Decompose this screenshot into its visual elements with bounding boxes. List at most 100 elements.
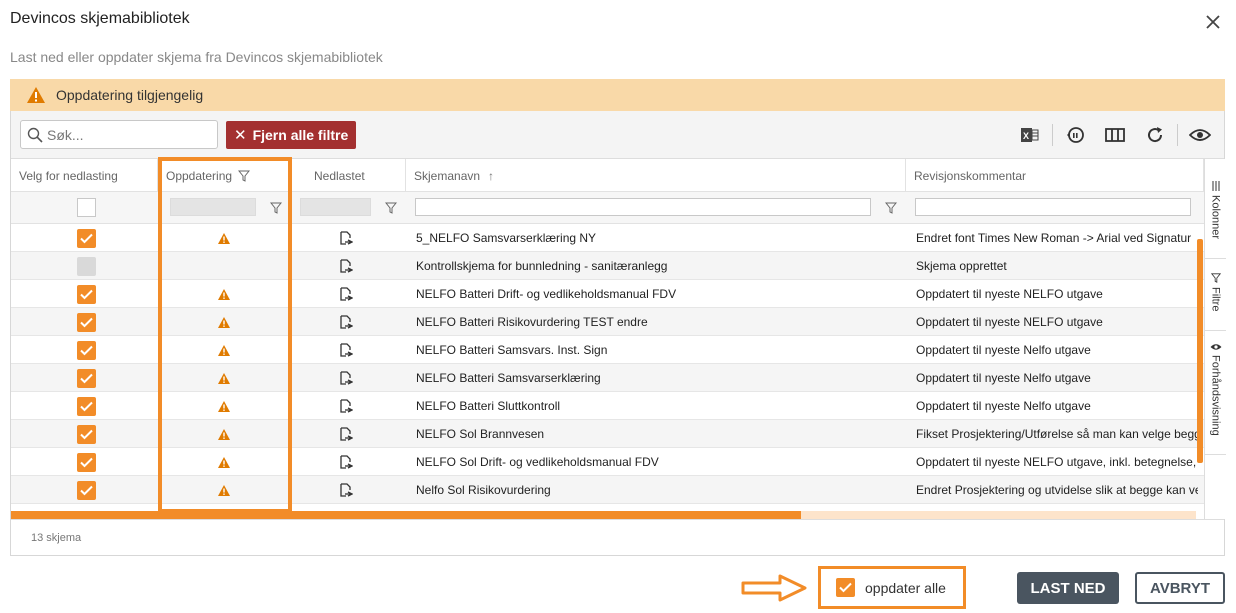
tab-columns[interactable]: Kolonner bbox=[1205, 181, 1226, 259]
scrollbar-thumb[interactable] bbox=[11, 511, 801, 519]
revision-comment: Oppdatert til nyeste Nelfo utgave bbox=[916, 371, 1091, 385]
dialog-subtitle: Last ned eller oppdater skjema fra Devin… bbox=[10, 49, 383, 65]
side-tab-label: Forhåndsvisning bbox=[1209, 355, 1222, 436]
revision-comment: Skjema opprettet bbox=[916, 259, 1007, 273]
tab-preview[interactable]: Forhåndsvisning bbox=[1205, 331, 1226, 455]
form-name: Kontrollskjema for bunnledning - sanitær… bbox=[416, 259, 668, 273]
update-all-label: oppdater alle bbox=[865, 579, 946, 596]
revision-comment: Fikset Prosjektering/Utførelse så man ka… bbox=[916, 427, 1198, 441]
revision-comment: Endret font Times New Roman -> Arial ved… bbox=[916, 231, 1192, 245]
download-document-icon[interactable] bbox=[339, 259, 353, 273]
row-select-checkbox[interactable] bbox=[77, 312, 96, 332]
select-all-checkbox[interactable] bbox=[77, 198, 96, 217]
dialog-title: Devincos skjemabibliotek bbox=[10, 10, 190, 27]
checkmark-icon bbox=[80, 485, 93, 495]
download-document-icon[interactable] bbox=[339, 371, 353, 385]
row-select-checkbox[interactable] bbox=[77, 284, 96, 304]
update-column-highlight bbox=[158, 157, 292, 513]
row-select-checkbox[interactable] bbox=[77, 452, 96, 472]
close-icon[interactable] bbox=[1203, 12, 1223, 32]
revision-comment: Oppdatert til nyeste Nelfo utgave bbox=[916, 399, 1091, 413]
form-name: Nelfo Sol Risikovurdering bbox=[416, 483, 551, 497]
column-header-label: Nedlastet bbox=[314, 168, 365, 183]
remove-filters-label: Fjern alle filtre bbox=[252, 127, 349, 143]
checkmark-icon bbox=[80, 289, 93, 299]
column-header-name[interactable]: Skjemanavn ↑ bbox=[406, 159, 906, 192]
form-count: 13 skjema bbox=[31, 531, 82, 544]
form-name: 5_NELFO Samsvarserklæring NY bbox=[416, 231, 597, 245]
column-header-select[interactable]: Velg for nedlasting bbox=[11, 159, 158, 192]
eye-icon[interactable] bbox=[1180, 121, 1220, 149]
download-document-icon[interactable] bbox=[339, 483, 353, 497]
column-header-comment[interactable]: Revisjonskommentar bbox=[906, 159, 1204, 192]
columns-icon[interactable] bbox=[1095, 121, 1135, 149]
scrollbar-thumb[interactable] bbox=[1197, 239, 1203, 463]
tab-filters[interactable]: Filtre bbox=[1205, 259, 1226, 331]
filter-icon[interactable] bbox=[885, 202, 897, 214]
history-icon[interactable] bbox=[1055, 121, 1095, 149]
form-name: NELFO Batteri Samsvars. Inst. Sign bbox=[416, 343, 608, 357]
checkmark-icon bbox=[80, 457, 93, 467]
search-icon bbox=[27, 127, 43, 143]
eye-icon bbox=[1210, 344, 1221, 350]
banner-text: Oppdatering tilgjengelig bbox=[56, 87, 204, 103]
form-name: NELFO Batteri Drift- og vedlikeholdsmanu… bbox=[416, 287, 677, 301]
form-name: NELFO Batteri Risikovurdering TEST endre bbox=[416, 315, 648, 329]
checkmark-icon bbox=[80, 401, 93, 411]
svg-text:X: X bbox=[1023, 131, 1029, 141]
download-document-icon[interactable] bbox=[339, 399, 353, 413]
column-header-label: Velg for nedlasting bbox=[19, 168, 118, 183]
vertical-scrollbar[interactable] bbox=[1197, 159, 1203, 463]
refresh-icon[interactable] bbox=[1135, 121, 1175, 149]
revision-comment: Oppdatert til nyeste NELFO utgave bbox=[916, 315, 1103, 329]
downloaded-filter-input[interactable] bbox=[300, 198, 371, 216]
close-icon: ✕ bbox=[234, 127, 247, 144]
update-all-checkbox-group[interactable]: oppdater alle bbox=[818, 566, 966, 609]
checkmark-icon bbox=[80, 317, 93, 327]
filter-icon bbox=[1210, 273, 1221, 283]
checkmark-icon bbox=[80, 345, 93, 355]
column-header-label: Skjemanavn bbox=[414, 168, 481, 183]
download-document-icon[interactable] bbox=[339, 343, 353, 357]
form-name: NELFO Sol Drift- og vedlikeholdsmanual F… bbox=[416, 455, 659, 469]
search-placeholder: Søk... bbox=[47, 126, 84, 143]
download-document-icon[interactable] bbox=[339, 455, 353, 469]
side-tab-label: Filtre bbox=[1209, 287, 1222, 312]
update-available-banner: Oppdatering tilgjengelig bbox=[10, 79, 1225, 111]
arrow-right-icon bbox=[741, 574, 807, 602]
download-document-icon[interactable] bbox=[339, 287, 353, 301]
download-document-icon[interactable] bbox=[339, 427, 353, 441]
row-select-checkbox[interactable] bbox=[77, 340, 96, 360]
checkmark-icon bbox=[80, 373, 93, 383]
side-panel: Kolonner Filtre Forhåndsvisning bbox=[1204, 159, 1226, 519]
row-select-checkbox[interactable] bbox=[77, 368, 96, 388]
cancel-button[interactable]: AVBRYT bbox=[1135, 572, 1225, 604]
filter-icon[interactable] bbox=[385, 202, 397, 214]
checkmark-icon bbox=[80, 429, 93, 439]
update-all-checkbox[interactable] bbox=[836, 578, 855, 597]
row-select-checkbox[interactable] bbox=[77, 396, 96, 416]
comment-filter-input[interactable] bbox=[915, 198, 1191, 216]
revision-comment: Oppdatert til nyeste Nelfo utgave bbox=[916, 343, 1091, 357]
excel-export-icon[interactable]: X bbox=[1010, 121, 1050, 149]
form-name: NELFO Batteri Sluttkontroll bbox=[416, 399, 561, 413]
revision-comment: Oppdatert til nyeste NELFO utgave, inkl.… bbox=[916, 455, 1198, 469]
column-header-label: Revisjonskommentar bbox=[914, 168, 1027, 183]
name-filter-input[interactable] bbox=[415, 198, 871, 216]
row-select-checkbox[interactable] bbox=[77, 480, 96, 500]
download-button[interactable]: LAST NED bbox=[1017, 572, 1119, 604]
download-document-icon[interactable] bbox=[339, 315, 353, 329]
row-select-checkbox[interactable] bbox=[77, 424, 96, 444]
download-document-icon[interactable] bbox=[339, 231, 353, 245]
row-select-checkbox[interactable] bbox=[77, 228, 96, 248]
side-tab-label: Kolonner bbox=[1209, 195, 1222, 240]
revision-comment: Oppdatert til nyeste NELFO utgave bbox=[916, 287, 1103, 301]
grid-footer: 13 skjema bbox=[11, 519, 1224, 555]
search-input[interactable]: Søk... bbox=[20, 120, 218, 149]
columns-icon bbox=[1212, 181, 1219, 191]
sort-ascending-icon: ↑ bbox=[488, 168, 495, 183]
column-header-downloaded[interactable]: Nedlastet bbox=[292, 159, 406, 192]
form-name: NELFO Batteri Samsvarserklæring bbox=[416, 371, 601, 385]
remove-all-filters-button[interactable]: ✕ Fjern alle filtre bbox=[226, 121, 357, 149]
row-select-checkbox[interactable] bbox=[77, 256, 96, 276]
